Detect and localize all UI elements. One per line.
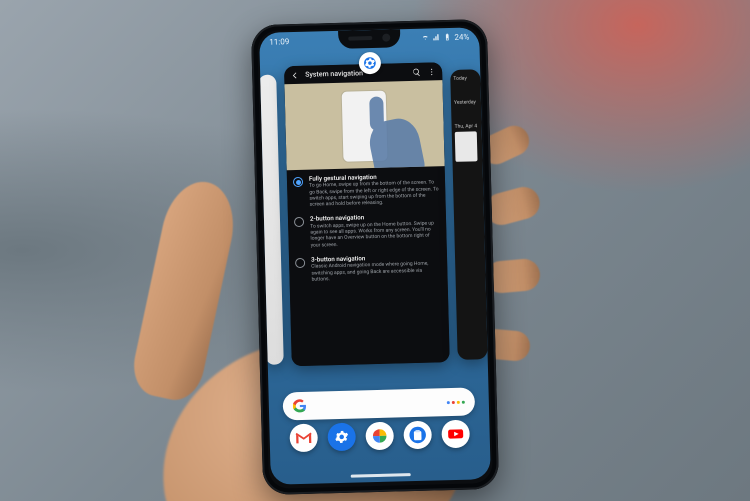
wifi-icon <box>421 34 429 42</box>
right-label: Yesterday <box>454 99 478 106</box>
back-arrow-icon[interactable] <box>290 70 299 79</box>
battery-icon <box>443 33 451 41</box>
radio-selected-icon[interactable] <box>293 177 303 187</box>
gesture-illustration <box>284 80 444 170</box>
opt-3-button[interactable]: 3-button navigation Classic Android navi… <box>295 253 442 283</box>
search-bar[interactable] <box>283 387 476 420</box>
recents-card-prev[interactable] <box>259 75 284 365</box>
app-photos[interactable] <box>365 422 394 451</box>
phone-frame: 11:09 24% <box>251 19 499 495</box>
nav-options-list: Fully gestural navigation To go Home, sw… <box>287 166 450 366</box>
status-time: 11:09 <box>269 37 289 47</box>
settings-header-title: System navigation <box>305 68 406 79</box>
assistant-icon[interactable] <box>447 400 465 403</box>
right-thumbnail <box>455 131 478 162</box>
radio-unselected-icon[interactable] <box>295 258 305 268</box>
opt-fully-gestural[interactable]: Fully gestural navigation To go Home, sw… <box>293 172 440 208</box>
overflow-icon[interactable] <box>427 67 436 76</box>
opt-desc: To switch apps, swipe up on the Home but… <box>310 220 441 248</box>
search-icon[interactable] <box>412 67 421 76</box>
phone-screen: 11:09 24% <box>259 27 491 485</box>
app-gmail[interactable] <box>289 424 318 453</box>
right-label: Thu, Apr 4 <box>455 123 478 130</box>
scene-photo: 11:09 24% <box>0 0 750 501</box>
display-notch <box>338 29 400 49</box>
app-files[interactable] <box>403 421 432 450</box>
dock <box>269 419 490 465</box>
recents-card-settings[interactable]: System navigation Fully gestural navigat… <box>284 62 450 366</box>
recents-carousel[interactable]: System navigation Fully gestural navigat… <box>260 61 488 377</box>
google-g-icon <box>293 399 307 413</box>
signal-icon <box>432 33 440 41</box>
right-label: Today <box>453 75 477 82</box>
status-battery-text: 24% <box>454 32 469 41</box>
gear-icon <box>363 56 377 70</box>
recents-card-next[interactable]: Today Yesterday Thu, Apr 4 <box>450 69 488 360</box>
opt-2-button[interactable]: 2-button navigation To switch apps, swip… <box>294 213 441 249</box>
opt-desc: Classic Android navigation mode where go… <box>311 261 441 283</box>
opt-desc: To go Home, swipe up from the bottom of … <box>309 180 440 208</box>
app-youtube[interactable] <box>441 420 470 449</box>
radio-unselected-icon[interactable] <box>294 217 304 227</box>
app-settings[interactable] <box>327 423 356 452</box>
